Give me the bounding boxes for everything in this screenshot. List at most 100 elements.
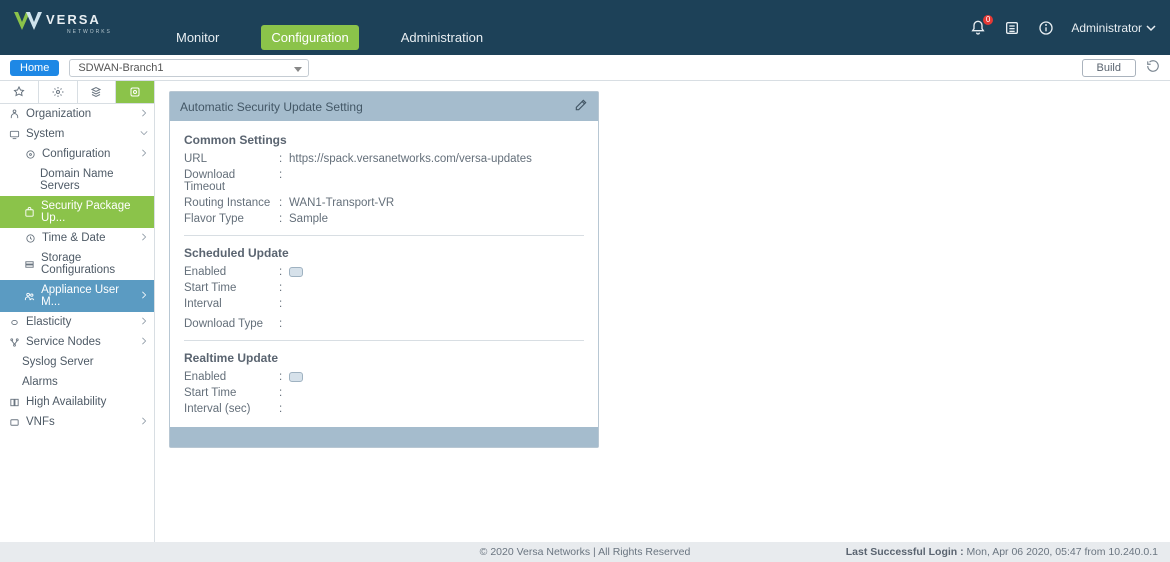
security-update-card: Automatic Security Update Setting Common… [169, 91, 599, 448]
toggle-rt-enabled[interactable] [289, 372, 303, 382]
clock-icon [24, 232, 36, 244]
header-right: 0 Administrator [969, 0, 1170, 55]
elastic-icon [8, 316, 20, 328]
kv-sched-download-type: Download Type: [184, 312, 584, 332]
sidebar-item-label: Security Package Up... [41, 200, 148, 224]
config-icon [24, 148, 36, 160]
brand-main: VERSA [46, 12, 101, 27]
system-icon [8, 128, 20, 140]
package-icon [24, 206, 35, 218]
main-panel: Automatic Security Update Setting Common… [155, 81, 1170, 542]
section-title: Common Settings [184, 129, 584, 151]
app-header: VERSA NETWORKS Monitor Configuration Adm… [0, 0, 1170, 55]
sidebar-item-elasticity[interactable]: Elasticity [0, 312, 154, 332]
sidebar-item-label: Syslog Server [22, 356, 94, 368]
sidebar-item-label: Service Nodes [26, 336, 101, 348]
kv-rt-enabled: Enabled: [184, 369, 584, 385]
nodes-icon [8, 336, 20, 348]
sidebar-item-ha[interactable]: High Availability [0, 392, 154, 412]
kv-sched-enabled: Enabled: [184, 264, 584, 280]
branch-select[interactable]: SDWAN-Branch1 [69, 59, 309, 77]
sidebar-item-label: System [26, 128, 64, 140]
sidebar-item-dns[interactable]: Domain Name Servers [0, 164, 154, 196]
sidebar-mode-tabs [0, 81, 154, 104]
mode-tab-4[interactable] [116, 81, 154, 103]
mode-tab-1[interactable] [0, 81, 39, 103]
sidebar-item-syslog[interactable]: Syslog Server [0, 352, 154, 372]
nav-tree: Organization System Configuration [0, 104, 154, 432]
card-header: Automatic Security Update Setting [170, 92, 598, 121]
sidebar-item-vnfs[interactable]: VNFs [0, 412, 154, 432]
storage-icon [24, 258, 35, 270]
breadcrumb-bar: Home SDWAN-Branch1 Build [0, 55, 1170, 81]
notifications-icon[interactable]: 0 [969, 19, 987, 37]
tab-monitor[interactable]: Monitor [166, 25, 229, 50]
sidebar-item-label: VNFs [26, 416, 55, 428]
kv-routing-instance: Routing Instance: WAN1-Transport-VR [184, 195, 584, 211]
sidebar-item-configuration[interactable]: Configuration [0, 144, 154, 164]
card-footer [170, 427, 598, 447]
home-button[interactable]: Home [10, 60, 59, 76]
brand-logo: VERSA NETWORKS [0, 0, 140, 55]
sidebar-item-system[interactable]: System [0, 124, 154, 144]
sidebar-item-label: Domain Name Servers [40, 168, 148, 192]
sidebar-item-organization[interactable]: Organization [0, 104, 154, 124]
build-button[interactable]: Build [1082, 59, 1136, 77]
mode-tab-2[interactable] [39, 81, 78, 103]
kv-download-timeout: Download Timeout: [184, 167, 584, 195]
sidebar-item-alarms[interactable]: Alarms [0, 372, 154, 392]
sidebar-item-service-nodes[interactable]: Service Nodes [0, 332, 154, 352]
footer: © 2020 Versa Networks | All Rights Reser… [0, 542, 1170, 562]
card-title: Automatic Security Update Setting [180, 100, 363, 114]
copyright: © 2020 Versa Networks | All Rights Reser… [480, 546, 691, 558]
sidebar-item-label: Organization [26, 108, 91, 120]
user-menu[interactable]: Administrator [1071, 21, 1156, 35]
sidebar-item-label: Configuration [42, 148, 110, 160]
info-icon[interactable] [1037, 19, 1055, 37]
tab-administration[interactable]: Administration [391, 25, 493, 50]
refresh-icon[interactable] [1146, 59, 1160, 76]
sidebar-item-label: Appliance User M... [41, 284, 134, 308]
notification-badge: 0 [983, 15, 993, 25]
last-login: Last Successful Login : Mon, Apr 06 2020… [846, 546, 1158, 558]
sidebar-item-time-date[interactable]: Time & Date [0, 228, 154, 248]
chevron-right-icon [140, 108, 148, 120]
mode-tab-3[interactable] [78, 81, 117, 103]
divider [184, 235, 584, 236]
chevron-right-icon [140, 290, 148, 302]
list-icon[interactable] [1003, 19, 1021, 37]
chevron-right-icon [140, 416, 148, 428]
sidebar-item-label: Elasticity [26, 316, 71, 328]
users-icon [24, 290, 35, 302]
sidebar-item-label: Alarms [22, 376, 58, 388]
chevron-right-icon [140, 232, 148, 244]
chevron-right-icon [140, 316, 148, 328]
chevron-right-icon [140, 336, 148, 348]
sidebar-item-label: High Availability [26, 396, 106, 408]
sidebar-item-appliance-user[interactable]: Appliance User M... [0, 280, 154, 312]
kv-rt-interval: Interval (sec): [184, 401, 584, 417]
chevron-down-icon [140, 128, 148, 140]
sidebar-item-storage[interactable]: Storage Configurations [0, 248, 154, 280]
edit-icon[interactable] [574, 98, 588, 115]
sidebar: Organization System Configuration [0, 81, 155, 542]
kv-sched-interval: Interval: [184, 296, 584, 312]
chevron-right-icon [140, 148, 148, 160]
vnf-icon [8, 416, 20, 428]
tab-configuration[interactable]: Configuration [261, 25, 358, 50]
ha-icon [8, 396, 20, 408]
sidebar-item-security-package[interactable]: Security Package Up... [0, 196, 154, 228]
section-title: Realtime Update [184, 347, 584, 369]
card-body: Common Settings URL: https://spack.versa… [170, 121, 598, 417]
chevron-down-icon [1146, 23, 1156, 33]
kv-rt-start: Start Time: [184, 385, 584, 401]
section-title: Scheduled Update [184, 242, 584, 264]
kv-sched-start: Start Time: [184, 280, 584, 296]
sidebar-item-label: Storage Configurations [41, 252, 148, 276]
main-tabs: Monitor Configuration Administration [166, 0, 493, 55]
org-icon [8, 108, 20, 120]
divider [184, 340, 584, 341]
toggle-sched-enabled[interactable] [289, 267, 303, 277]
brand-sub: NETWORKS [67, 29, 112, 35]
kv-flavor-type: Flavor Type: Sample [184, 211, 584, 227]
